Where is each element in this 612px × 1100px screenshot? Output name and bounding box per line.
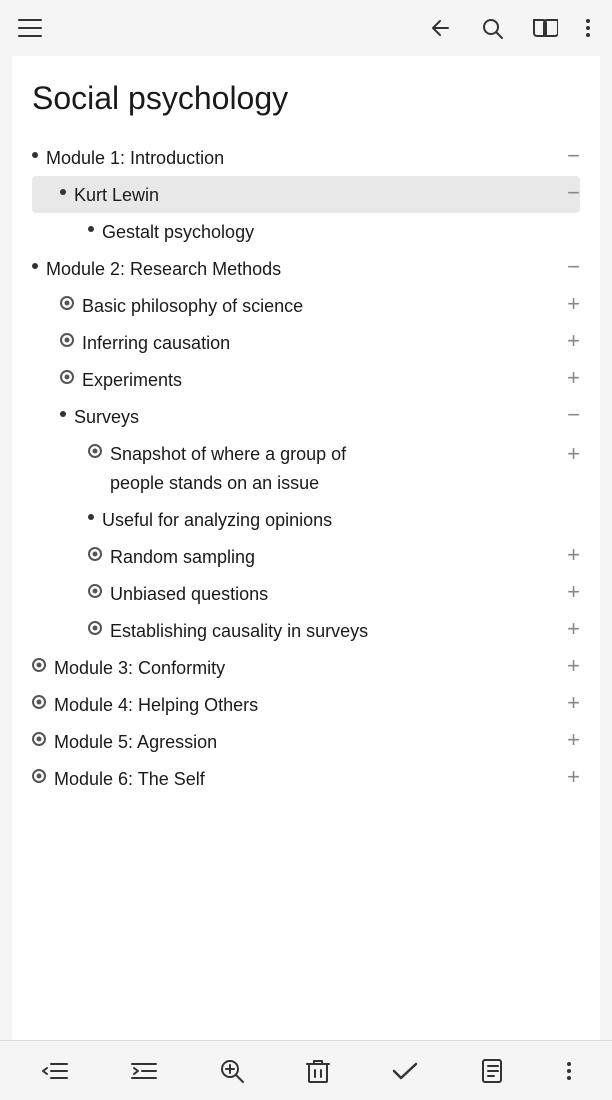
toolbar-right — [424, 12, 594, 44]
bullet-icon-1 — [32, 152, 38, 158]
more-button[interactable] — [582, 15, 594, 41]
item-label-10: Useful for analyzing opinions — [102, 505, 332, 534]
toolbar-left — [18, 19, 42, 37]
outline-row-8[interactable]: Surveys − — [32, 398, 580, 435]
bullet-icon-6 — [60, 333, 74, 347]
outline-row-7[interactable]: Experiments + — [32, 361, 580, 398]
menu-icon[interactable] — [18, 19, 42, 37]
expand-action-5[interactable]: + — [552, 289, 580, 319]
main-content: Social psychology Module 1: Introduction… — [12, 56, 600, 1040]
delete-button[interactable] — [300, 1051, 336, 1091]
item-label-13: Establishing causality in surveys — [110, 616, 368, 645]
outline-row-11[interactable]: Random sampling + — [32, 538, 580, 575]
item-label-12: Unbiased questions — [110, 579, 268, 608]
bullet-icon-10 — [88, 514, 94, 520]
item-label-15: Module 4: Helping Others — [54, 690, 258, 719]
bottom-toolbar — [0, 1040, 612, 1100]
more-options-icon — [567, 1062, 571, 1080]
collapse-action-1[interactable]: − — [552, 141, 580, 171]
outline-row-3[interactable]: Gestalt psychology — [32, 213, 580, 250]
outline-row-12[interactable]: Unbiased questions + — [32, 575, 580, 612]
expand-action-11[interactable]: + — [552, 540, 580, 570]
bullet-icon-17 — [32, 769, 46, 783]
action-10 — [552, 503, 580, 511]
outline-row-17[interactable]: Module 6: The Self + — [32, 760, 580, 797]
item-label-17: Module 6: The Self — [54, 764, 205, 793]
item-label-4: Module 2: Research Methods — [46, 254, 281, 283]
bullet-icon-2 — [60, 189, 66, 195]
item-label-14: Module 3: Conformity — [54, 653, 225, 682]
bullet-icon-4 — [32, 263, 38, 269]
outline-row-16[interactable]: Module 5: Agression + — [32, 723, 580, 760]
outline-row-2[interactable]: Kurt Lewin − — [32, 176, 580, 213]
outline-row-5[interactable]: Basic philosophy of science + — [32, 287, 580, 324]
collapse-action-8[interactable]: − — [552, 400, 580, 430]
search-button[interactable] — [476, 12, 508, 44]
back-button[interactable] — [424, 12, 456, 44]
outline-row-15[interactable]: Module 4: Helping Others + — [32, 686, 580, 723]
outline-row-10[interactable]: Useful for analyzing opinions — [32, 501, 580, 538]
action-3 — [552, 215, 580, 223]
expand-action-13[interactable]: + — [552, 614, 580, 644]
collapse-action-2[interactable]: − — [552, 178, 580, 208]
bullet-icon-16 — [32, 732, 46, 746]
expand-action-17[interactable]: + — [552, 762, 580, 792]
bullet-icon-8 — [60, 411, 66, 417]
outline-row-14[interactable]: Module 3: Conformity + — [32, 649, 580, 686]
item-label-9: Snapshot of where a group of people stan… — [110, 439, 346, 497]
expand-action-6[interactable]: + — [552, 326, 580, 356]
item-label-8: Surveys — [74, 402, 139, 431]
more-dots-icon — [586, 19, 590, 37]
bullet-icon-3 — [88, 226, 94, 232]
book-button[interactable] — [528, 12, 562, 44]
item-label-3: Gestalt psychology — [102, 217, 254, 246]
item-label-16: Module 5: Agression — [54, 727, 217, 756]
item-label-1: Module 1: Introduction — [46, 143, 224, 172]
outline-row-6[interactable]: Inferring causation + — [32, 324, 580, 361]
bullet-icon-5 — [60, 296, 74, 310]
expand-action-15[interactable]: + — [552, 688, 580, 718]
expand-action-14[interactable]: + — [552, 651, 580, 681]
outline-row-4[interactable]: Module 2: Research Methods − — [32, 250, 580, 287]
collapse-action-4[interactable]: − — [552, 252, 580, 282]
outdent-button[interactable] — [35, 1054, 75, 1088]
item-label-11: Random sampling — [110, 542, 255, 571]
outline-row-13[interactable]: Establishing causality in surveys + — [32, 612, 580, 649]
bullet-icon-14 — [32, 658, 46, 672]
item-label-2: Kurt Lewin — [74, 180, 159, 209]
bullet-icon-12 — [88, 584, 102, 598]
bullet-icon-11 — [88, 547, 102, 561]
bullet-icon-9 — [88, 444, 102, 458]
indent-button[interactable] — [124, 1054, 164, 1088]
item-label-6: Inferring causation — [82, 328, 230, 357]
item-label-5: Basic philosophy of science — [82, 291, 303, 320]
outline-container: Module 1: Introduction − Kurt Lewin − — [32, 139, 580, 797]
expand-action-9[interactable]: + — [552, 439, 580, 469]
zoom-in-button[interactable] — [213, 1052, 251, 1090]
page-title: Social psychology — [32, 80, 580, 117]
expand-action-7[interactable]: + — [552, 363, 580, 393]
bullet-icon-7 — [60, 370, 74, 384]
check-button[interactable] — [385, 1054, 425, 1088]
expand-action-16[interactable]: + — [552, 725, 580, 755]
item-label-7: Experiments — [82, 365, 182, 394]
bullet-icon-15 — [32, 695, 46, 709]
outline-row-1[interactable]: Module 1: Introduction − — [32, 139, 580, 176]
expand-action-12[interactable]: + — [552, 577, 580, 607]
top-toolbar — [0, 0, 612, 56]
bullet-icon-13 — [88, 621, 102, 635]
note-button[interactable] — [474, 1052, 512, 1090]
outline-row-9[interactable]: Snapshot of where a group of people stan… — [32, 435, 580, 501]
more-options-button[interactable] — [561, 1056, 577, 1086]
